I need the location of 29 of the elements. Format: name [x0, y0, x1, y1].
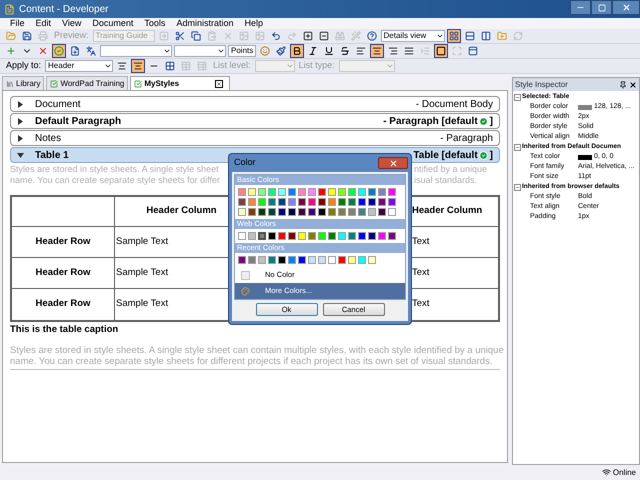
- description-text: ntified by a unique: [414, 164, 488, 175]
- style-name: Default Paragraph: [35, 114, 122, 128]
- panel-title: Style Inspector: [515, 78, 568, 90]
- closing-bracket: ]: [490, 114, 493, 128]
- table-cell-text: Sample Text: [115, 297, 170, 312]
- closing-bracket: ]: [490, 148, 493, 162]
- toolbar-label: List type:: [298, 59, 336, 72]
- toolbar-label: Preview:: [53, 29, 90, 42]
- style-type: - Document Body: [416, 98, 493, 112]
- table-cell-text: Text: [412, 297, 430, 312]
- toolbar-label: Apply to:: [5, 59, 42, 72]
- style-name: Table 1: [35, 148, 69, 162]
- style-type: - Paragraph [default: [383, 114, 478, 128]
- description-text: isual standards.: [414, 175, 478, 186]
- window-title: Content - Developer: [19, 2, 108, 16]
- style-name: Document: [35, 98, 81, 112]
- table-caption: This is the table caption: [10, 323, 120, 337]
- description-text: name. You can create separate style sheets for different projects if each project has its own set of visual standards.: [10, 356, 494, 368]
- toolbar-label: List level:: [212, 59, 252, 72]
- table-header-cell: Header Row: [12, 227, 115, 258]
- style-type: Table [default: [413, 148, 478, 162]
- description-text: name. You can create separate style sheets for differ: [10, 175, 220, 186]
- dialog-title: Color: [233, 156, 256, 170]
- table-header-cell: Header Row: [12, 289, 115, 320]
- status-text: Online: [612, 466, 636, 478]
- style-type: - Paragraph: [440, 132, 493, 146]
- description-text: Styles are stored in style sheets. A single style sheet: [10, 164, 220, 175]
- table-header-cell: Header Row: [12, 258, 115, 289]
- style-name: Notes: [35, 132, 62, 146]
